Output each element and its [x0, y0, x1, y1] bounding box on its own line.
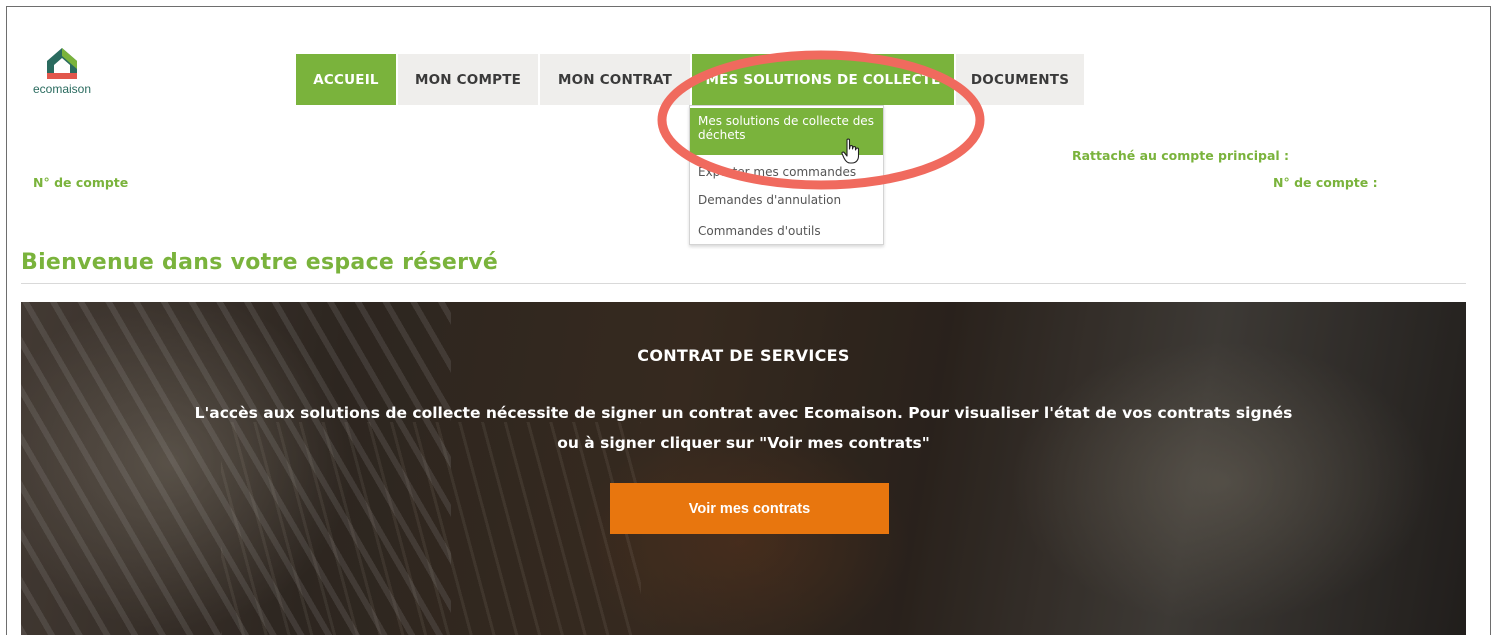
dropdown-item-demandes-annulation[interactable]: Demandes d'annulation [690, 189, 883, 211]
hand-pointer-icon [841, 138, 860, 164]
banner-title: CONTRAT DE SERVICES [637, 346, 850, 365]
nav-item-mon-compte[interactable]: MON COMPTE [398, 54, 538, 105]
contract-banner: CONTRAT DE SERVICES L'accès aux solution… [21, 302, 1466, 635]
dropdown-item-exporter-commandes[interactable]: Exporter mes commandes [690, 161, 883, 183]
ecomaison-logo[interactable]: ecomaison [27, 45, 97, 105]
solutions-dropdown-menu: Mes solutions de collecte des déchets Ex… [689, 105, 884, 245]
divider [21, 283, 1466, 284]
nav-item-accueil[interactable]: ACCUEIL [296, 54, 396, 105]
house-logo-icon [47, 48, 77, 79]
attached-account-label: Rattaché au compte principal : [1072, 148, 1290, 163]
nav-item-documents[interactable]: DOCUMENTS [956, 54, 1084, 105]
logo-text: ecomaison [32, 82, 92, 96]
account-number-label: N° de compte [33, 175, 129, 190]
browser-frame: ecomaison ACCUEIL MON COMPTE MON CONTRAT… [6, 6, 1491, 635]
welcome-title: Bienvenue dans votre espace réservé [21, 250, 499, 275]
nav-item-mes-solutions-de-collecte[interactable]: MES SOLUTIONS DE COLLECTE [692, 54, 954, 105]
nav-item-mon-contrat[interactable]: MON CONTRAT [540, 54, 690, 105]
principal-account-number-label: N° de compte : [1273, 175, 1378, 190]
banner-text: L'accès aux solutions de collecte nécess… [194, 404, 1293, 452]
voir-mes-contrats-button[interactable]: Voir mes contrats [610, 483, 889, 534]
dropdown-item-commandes-outils[interactable]: Commandes d'outils [690, 220, 883, 242]
main-nav: ACCUEIL MON COMPTE MON CONTRAT MES SOLUT… [296, 54, 1086, 105]
